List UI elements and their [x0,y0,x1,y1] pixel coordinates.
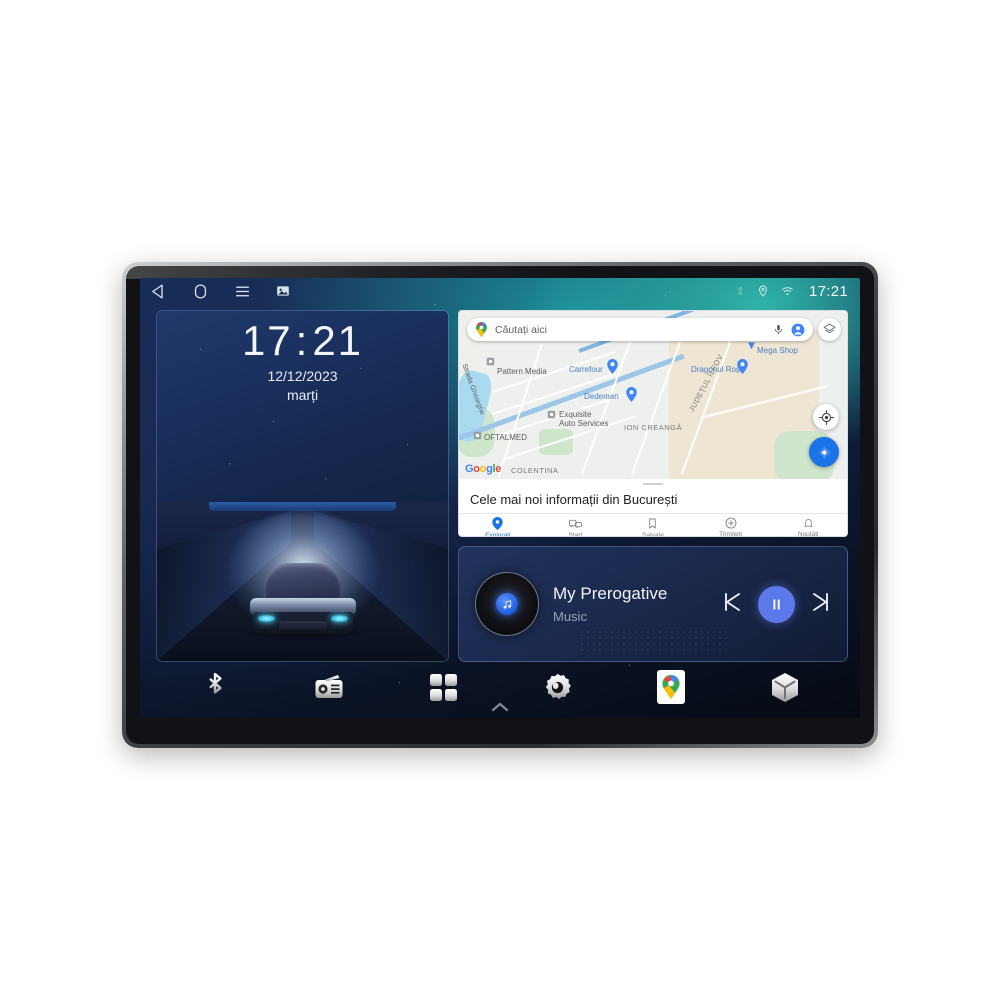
device-bezel: 17:21 17:21 12/12/2023 marți Strada Gheo… [126,266,874,744]
car-headlight-right [330,614,348,622]
album-art-vinyl [475,572,539,636]
map-search-bar[interactable]: Căutați aici [467,318,813,341]
car-grill [278,620,327,630]
tab-trimiteti[interactable]: Trimiteți [692,517,770,537]
commute-icon [568,519,582,529]
menu-icon[interactable] [234,283,251,300]
apps-grid-icon[interactable] [424,668,462,706]
map-label-pattern-media: Pattern Media [497,367,547,376]
clock-date: 12/12/2023 [267,368,338,384]
google-maps-widget[interactable]: Strada Gheorghe Pattern Media Carrefour … [458,310,848,537]
bluetooth-icon [734,284,746,298]
map-tab-bar: Explorați Start Salvate Trimiteți Noutăț… [459,513,847,537]
tab-start[interactable]: Start [537,517,615,537]
car-body [249,562,357,634]
home-screen-content: 17:21 12/12/2023 marți Strada Gheorghe P… [140,304,860,662]
system-status-icons: 17:21 [734,283,848,300]
tunnel-top-band [209,502,396,511]
previous-track-button[interactable] [720,590,744,619]
google-maps-pin-icon [476,322,487,337]
clock-colon: : [295,317,310,364]
contribute-plus-icon [725,517,737,529]
my-location-button[interactable] [813,404,839,430]
wifi-icon [780,284,795,298]
tab-label: Explorați [485,532,511,537]
music-note-icon [503,599,511,609]
home-icon[interactable] [192,283,209,300]
map-square-marker [486,357,495,366]
vinyl-hub [496,593,518,615]
tab-label: Start [568,532,583,537]
map-label-ion-creanga: ION CREANGĂ [624,423,683,432]
next-track-button[interactable] [809,590,833,619]
map-bottom-sheet[interactable]: Cele mai noi informații din București Ex… [459,479,847,536]
status-bar-clock: 17:21 [808,282,848,300]
music-waveform-dots [579,629,727,655]
back-icon[interactable] [150,283,167,300]
pause-button[interactable] [758,585,795,623]
tab-label: Trimiteți [719,531,743,537]
google-watermark: Google [465,463,502,475]
status-bar: 17:21 [140,278,860,304]
tab-label: Noutăți [797,531,819,537]
google-maps-icon[interactable] [652,668,690,706]
car-roof [263,562,342,603]
map-label-dedeman: Dedeman [584,392,619,401]
car-headlight-left [257,614,275,622]
map-square-marker [473,431,482,440]
track-title: My Prerogative [553,584,668,604]
tab-label: Salvate [642,532,664,537]
music-track-info: My Prerogative Music [553,584,706,623]
cube-icon[interactable] [766,668,804,706]
clock-hours: 17 [241,317,293,364]
clock-widget[interactable]: 17:21 12/12/2023 marți [157,311,448,502]
map-label-colentina: COLENTINA [511,466,559,475]
map-label-oftalmed: OFTALMED [484,433,527,442]
right-column: Strada Gheorghe Pattern Media Carrefour … [458,310,848,662]
tab-noutati[interactable]: Noutăți [769,517,847,537]
car-illustration [157,502,448,661]
map-search-placeholder: Căutați aici [495,323,547,336]
car-head-unit-device: 17:21 17:21 12/12/2023 marți Strada Gheo… [122,262,878,748]
clock-car-widget[interactable]: 17:21 12/12/2023 marți [156,310,449,662]
music-player-widget[interactable]: My Prerogative Music [458,546,848,662]
map-layers-button[interactable] [818,318,841,341]
car-front [252,611,353,634]
map-square-marker [547,410,556,419]
home-indicator-chevron[interactable] [491,699,509,717]
map-pin-mega-shop [748,342,755,350]
map-label-exquisite: Exquisite [559,410,592,419]
map-navigate-button[interactable] [809,437,839,467]
tab-explorati[interactable]: Explorați [459,517,537,537]
mic-icon[interactable] [773,323,784,336]
navigation-buttons [150,283,290,300]
radio-icon[interactable] [310,668,348,706]
news-headline[interactable]: Cele mai noi informații din București [459,485,847,513]
tab-salvate[interactable]: Salvate [614,517,692,537]
place-pin-icon [492,517,503,530]
map-pin-dedeman [626,387,637,402]
clock-minutes: 21 [312,317,364,364]
map-label-mega-shop: Mega Shop [757,346,798,355]
map-pin-dragonul-rosu [737,359,748,374]
map-canvas[interactable]: Strada Gheorghe Pattern Media Carrefour … [459,311,847,479]
settings-gear-icon[interactable] [538,668,576,706]
bell-icon [804,519,813,527]
left-column: 17:21 12/12/2023 marți [156,310,449,662]
clock-weekday: marți [286,387,319,403]
device-screen: 17:21 17:21 12/12/2023 marți Strada Gheo… [140,278,860,718]
location-icon [757,284,769,298]
map-label-auto-services: Auto Services [559,419,609,428]
bluetooth-icon[interactable] [196,668,234,706]
bookmark-icon [649,518,657,529]
screenshot-icon[interactable] [276,284,290,298]
account-avatar-icon[interactable] [791,323,805,337]
music-controls [720,585,833,623]
map-label-carrefour: Carrefour [569,365,603,374]
clock-time: 17:21 [242,320,363,362]
map-pin-carrefour [607,359,618,374]
track-subtitle: Music [553,608,587,624]
